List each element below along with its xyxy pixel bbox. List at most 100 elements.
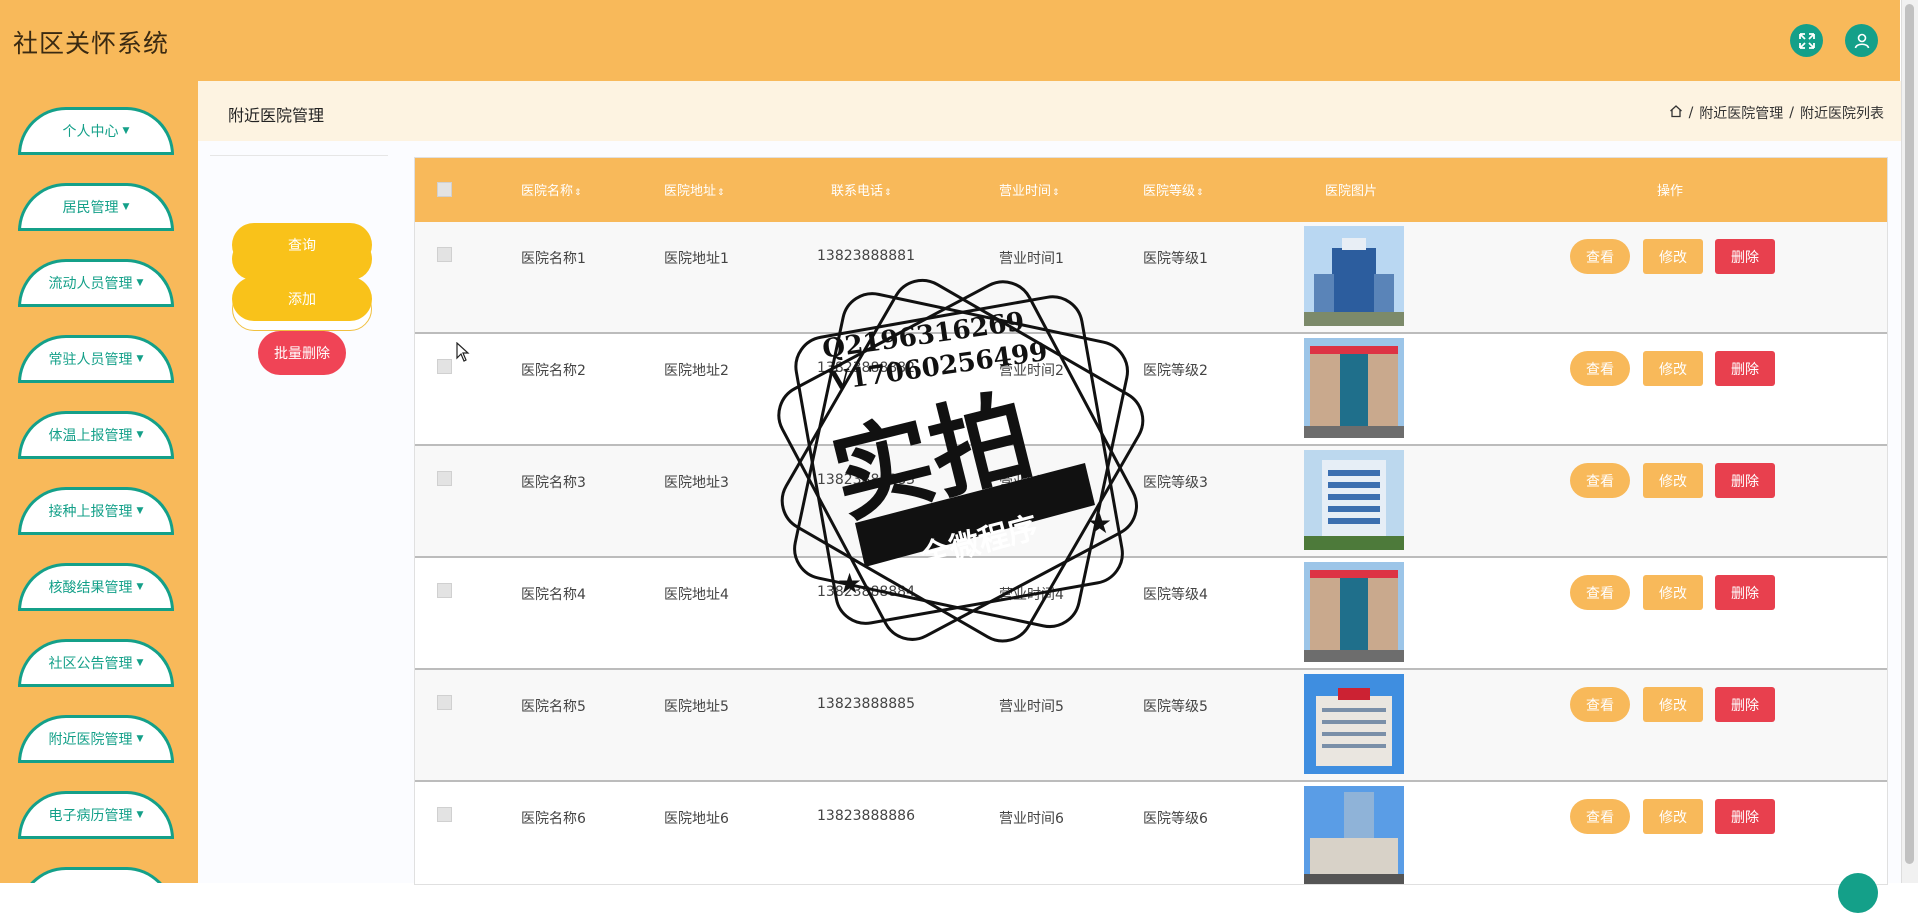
edit-button[interactable]: 修改 [1643, 239, 1703, 274]
hospital-level: 医院等级1 [1143, 251, 1208, 267]
hospital-image[interactable] [1304, 450, 1404, 550]
sidebar-item-label: 居民管理 [62, 200, 119, 216]
column-header-image: 医院图片 [1325, 184, 1378, 199]
hospital-image[interactable] [1304, 226, 1404, 326]
sidebar-item-label: 附近医院管理 [48, 732, 133, 748]
column-label: 联系电话 [831, 184, 884, 199]
hospital-phone: 13823888885 [817, 696, 915, 712]
edit-button[interactable]: 修改 [1643, 351, 1703, 386]
hospital-name: 医院名称6 [521, 811, 586, 827]
hospital-image[interactable] [1304, 562, 1404, 662]
column-header-level[interactable]: 医院等级⇕ [1143, 180, 1204, 199]
sort-icon[interactable]: ⇕ [884, 188, 892, 198]
main-content: 附近医院管理 / 附近医院管理 / 附近医院列表 医院名称 查询 添加 批量删除… [198, 81, 1902, 885]
column-header-address[interactable]: 医院地址⇕ [664, 180, 725, 199]
user-icon[interactable] [1845, 24, 1878, 57]
row-checkbox[interactable] [437, 695, 452, 710]
breadcrumb-separator: / [1789, 105, 1794, 121]
view-button[interactable]: 查看 [1570, 575, 1630, 610]
table-row: 医院名称2 医院地址2 13823888882 营业时间2 医院等级2 查看 修… [415, 334, 1887, 446]
delete-button[interactable]: 删除 [1715, 239, 1775, 274]
hospital-table: 医院名称⇕ 医院地址⇕ 联系电话⇕ 营业时间⇕ 医院等级⇕ 医院图片 操作 医院… [414, 157, 1888, 885]
breadcrumb-item[interactable]: 附近医院管理 [1699, 103, 1783, 123]
hospital-address: 医院地址1 [664, 251, 729, 267]
app-title: 社区关怀系统 [13, 29, 170, 58]
home-icon[interactable] [1669, 104, 1683, 122]
row-checkbox[interactable] [437, 247, 452, 262]
hospital-address: 医院地址2 [664, 363, 729, 379]
delete-button[interactable]: 删除 [1715, 799, 1775, 834]
edit-button[interactable]: 修改 [1643, 799, 1703, 834]
sidebar-item-resident-staff[interactable]: 常驻人员管理 ▼ [18, 335, 174, 383]
sidebar-item-floating-population[interactable]: 流动人员管理 ▼ [18, 259, 174, 307]
row-checkbox[interactable] [437, 583, 452, 598]
breadcrumb-item: 附近医院列表 [1800, 106, 1884, 122]
edit-button[interactable]: 修改 [1643, 687, 1703, 722]
hospital-hours: 营业时间1 [999, 251, 1064, 267]
sidebar-item-residents[interactable]: 居民管理 ▼ [18, 183, 174, 231]
caret-down-icon: ▼ [136, 354, 144, 364]
column-label: 医院名称 [521, 184, 574, 199]
edit-button[interactable]: 修改 [1643, 463, 1703, 498]
row-checkbox[interactable] [437, 807, 452, 822]
sidebar-item-nucleic-results[interactable]: 核酸结果管理 ▼ [18, 563, 174, 611]
sort-icon[interactable]: ⇕ [574, 188, 582, 198]
hospital-name: 医院名称4 [521, 587, 586, 603]
edit-button[interactable]: 修改 [1643, 575, 1703, 610]
caret-down-icon: ▼ [122, 126, 130, 136]
delete-button[interactable]: 删除 [1715, 575, 1775, 610]
hospital-image[interactable] [1304, 674, 1404, 774]
hospital-phone: 13823888882 [817, 360, 915, 376]
hospital-image[interactable] [1304, 786, 1404, 884]
view-button[interactable]: 查看 [1570, 463, 1630, 498]
sidebar-item-label: 接种上报管理 [48, 504, 133, 520]
hospital-name: 医院名称2 [521, 363, 586, 379]
sidebar-item-nearby-hospitals[interactable]: 附近医院管理 ▼ [18, 715, 174, 763]
floating-action-button[interactable] [1838, 873, 1878, 913]
delete-button[interactable]: 删除 [1715, 351, 1775, 386]
hospital-level: 医院等级5 [1143, 699, 1208, 715]
column-header-hours[interactable]: 营业时间⇕ [999, 180, 1060, 199]
row-checkbox[interactable] [437, 471, 452, 486]
page-scrollbar[interactable] [1901, 0, 1918, 883]
row-checkbox[interactable] [437, 359, 452, 374]
view-button[interactable]: 查看 [1570, 351, 1630, 386]
hospital-image[interactable] [1304, 338, 1404, 438]
sidebar: 个人中心 ▼ 居民管理 ▼ 流动人员管理 ▼ 常驻人员管理 ▼ 体温上报管理 ▼ 接种上报… [0, 81, 198, 883]
fullscreen-icon[interactable] [1790, 24, 1823, 57]
delete-button[interactable]: 删除 [1715, 463, 1775, 498]
hospital-name: 医院名称5 [521, 699, 586, 715]
caret-down-icon: ▼ [136, 430, 144, 440]
view-button[interactable]: 查看 [1570, 239, 1630, 274]
query-button[interactable]: 查询 [232, 223, 372, 267]
sort-icon[interactable]: ⇕ [1196, 188, 1204, 198]
add-button[interactable]: 添加 [232, 277, 372, 321]
view-button[interactable]: 查看 [1570, 799, 1630, 834]
view-button[interactable]: 查看 [1570, 687, 1630, 722]
mouse-cursor-icon [456, 341, 470, 366]
delete-button[interactable]: 删除 [1715, 687, 1775, 722]
column-label: 医院等级 [1143, 184, 1196, 199]
sidebar-item-personal-center[interactable]: 个人中心 ▼ [18, 107, 174, 155]
breadcrumb: / 附近医院管理 / 附近医院列表 [1669, 103, 1884, 123]
sidebar-item-label: 流动人员管理 [48, 276, 133, 292]
sort-icon[interactable]: ⇕ [1052, 188, 1060, 198]
hospital-name: 医院名称3 [521, 475, 586, 491]
scrollbar-thumb[interactable] [1905, 4, 1914, 864]
sidebar-item-temperature-report[interactable]: 体温上报管理 ▼ [18, 411, 174, 459]
sidebar-item-announcements[interactable]: 社区公告管理 ▼ [18, 639, 174, 687]
caret-down-icon: ▼ [122, 202, 130, 212]
column-header-phone[interactable]: 联系电话⇕ [831, 180, 892, 199]
column-header-name[interactable]: 医院名称⇕ [521, 180, 582, 199]
sidebar-item-label: 个人中心 [62, 124, 119, 140]
sort-icon[interactable]: ⇕ [717, 188, 725, 198]
table-row: 医院名称4 医院地址4 13823888884 营业时间4 医院等级4 查看 修… [415, 558, 1887, 670]
sidebar-item-vaccination-report[interactable]: 接种上报管理 ▼ [18, 487, 174, 535]
hospital-phone: 13823888884 [817, 584, 915, 600]
sidebar-item-more[interactable] [18, 867, 174, 883]
hospital-address: 医院地址5 [664, 699, 729, 715]
table-row: 医院名称3 医院地址3 13823888883 营业时间3 医院等级3 查看 修… [415, 446, 1887, 558]
batch-delete-button[interactable]: 批量删除 [258, 331, 346, 375]
sidebar-item-medical-records[interactable]: 电子病历管理 ▼ [18, 791, 174, 839]
select-all-checkbox[interactable] [437, 182, 452, 197]
